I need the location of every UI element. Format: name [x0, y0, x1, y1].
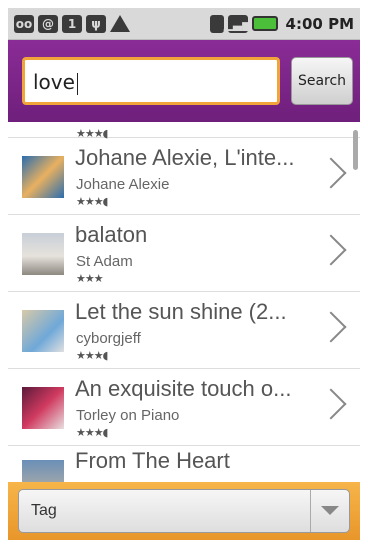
album-thumbnail: [22, 387, 64, 429]
list-item-partial-top: ★★★◖: [8, 122, 360, 140]
item-author: Torley on Piano: [76, 407, 180, 424]
search-input-value: love: [33, 70, 75, 94]
filter-type-value: Tag: [31, 502, 57, 519]
warning-icon: [110, 15, 130, 32]
usb-icon: ψ: [86, 14, 106, 33]
chevron-down-icon: [321, 506, 339, 515]
voicemail-icon: oo: [14, 14, 34, 33]
rating-stars: ★★★◖: [76, 349, 108, 362]
list-item[interactable]: From The Heart: [8, 446, 360, 482]
results-list[interactable]: ★★★◖ Johane Alexie, L'inte... Johane Ale…: [8, 122, 360, 482]
system-icons: ▁▃▅ 4:00 PM: [209, 14, 354, 33]
signal-icon: ▁▃▅: [223, 14, 252, 33]
status-bar: oo @ 1 ψ ▁▃▅ 4:00 PM: [8, 8, 360, 40]
item-title: From The Heart: [75, 448, 230, 473]
at-sign-icon: @: [38, 14, 58, 33]
album-thumbnail: [22, 460, 64, 482]
item-title: Let the sun shine (2...: [75, 299, 287, 324]
item-title: Johane Alexie, L'inte...: [75, 145, 295, 170]
search-input[interactable]: love: [22, 57, 280, 105]
list-item[interactable]: An exquisite touch o... Torley on Piano …: [8, 369, 360, 446]
list-item[interactable]: Johane Alexie, L'inte... Johane Alexie ★…: [8, 138, 360, 215]
rating-stars: ★★★◖: [76, 195, 108, 208]
album-thumbnail: [22, 156, 64, 198]
notification-icons: oo @ 1 ψ: [14, 14, 130, 33]
rating-stars: ★★★◖: [76, 426, 108, 439]
album-thumbnail: [22, 310, 64, 352]
list-item[interactable]: Let the sun shine (2... cyborgjeff ★★★◖: [8, 292, 360, 369]
search-button[interactable]: Search: [291, 57, 353, 105]
album-thumbnail: [22, 233, 64, 275]
search-bar: love Search: [8, 40, 360, 122]
item-title: balaton: [75, 222, 148, 247]
clock: 4:00 PM: [285, 14, 354, 33]
calendar-icon: 1: [62, 14, 82, 33]
item-author: St Adam: [76, 253, 133, 270]
list-item[interactable]: balaton St Adam ★★★: [8, 215, 360, 292]
filter-type-select[interactable]: Tag: [18, 489, 350, 533]
text-cursor: [76, 72, 78, 95]
item-title: An exquisite touch o...: [75, 376, 292, 401]
rating-stars: ★★★: [76, 272, 104, 285]
item-author: Johane Alexie: [76, 176, 170, 193]
select-divider: [310, 490, 311, 532]
sim-icon: [209, 14, 224, 33]
item-author: cyborgjeff: [76, 330, 141, 347]
battery-icon: [251, 16, 278, 31]
scrollbar[interactable]: [353, 130, 358, 170]
filter-bar: Tag: [8, 482, 360, 540]
